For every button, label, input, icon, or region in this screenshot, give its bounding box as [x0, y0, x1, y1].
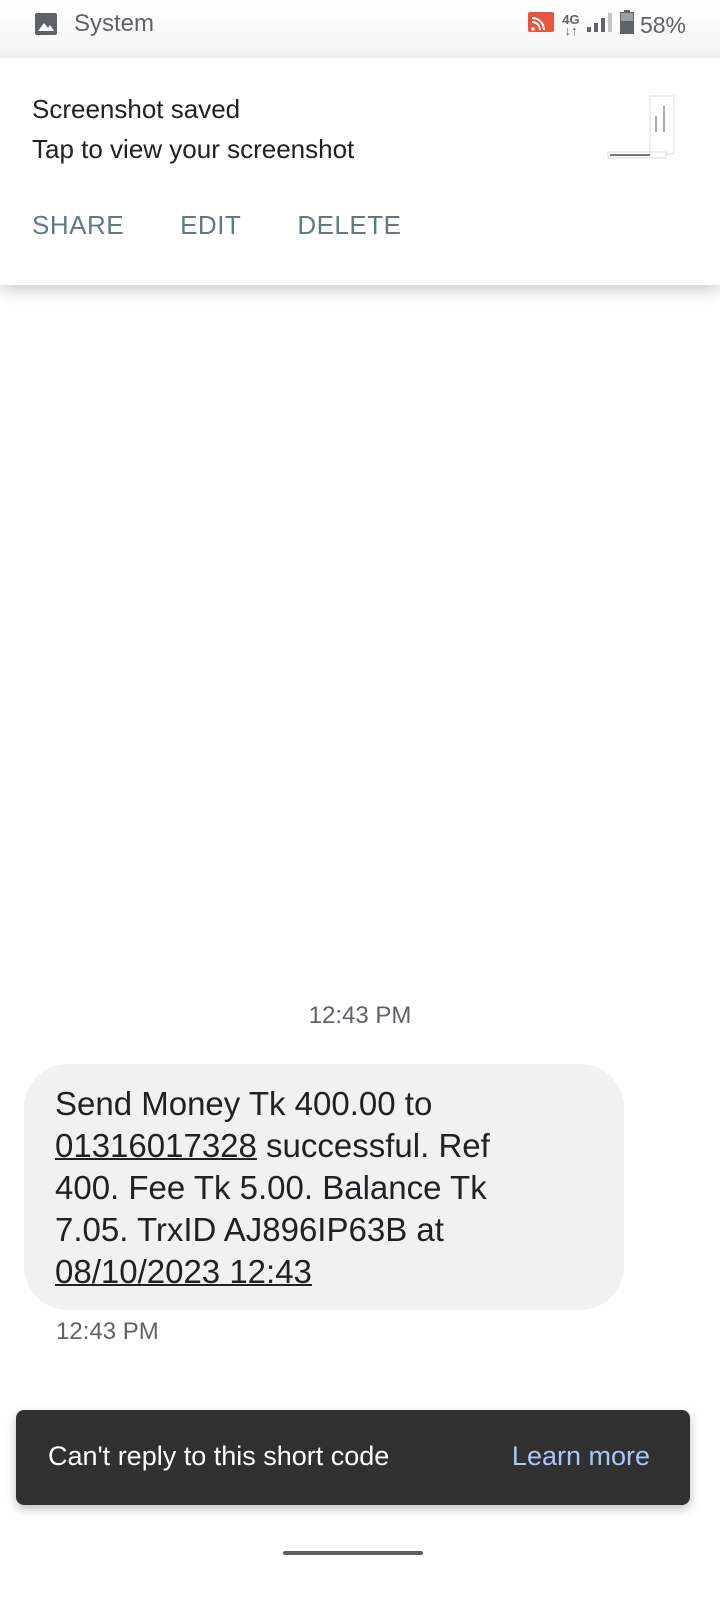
message-text: Send Money Tk 400.00 to 01316017328 succ…	[55, 1083, 595, 1293]
cast-icon	[526, 10, 556, 40]
battery-level: 58%	[639, 11, 686, 38]
notification-title: Screenshot saved	[32, 94, 241, 124]
screenshot-thumbnail[interactable]	[606, 94, 676, 164]
message-line: successful. Ref	[256, 1127, 490, 1164]
message-line: 400. Fee Tk 5.00. Balance Tk	[55, 1169, 487, 1206]
message-line: 7.05. TrxID AJ896IP63B at	[55, 1211, 444, 1248]
notification-body[interactable]: Tap to view your screenshot	[32, 134, 354, 165]
gesture-navigation-bar[interactable]	[283, 1551, 423, 1555]
message-timestamp: 12:43 PM	[56, 1318, 159, 1345]
status-app-label: System	[74, 10, 155, 37]
battery-icon	[619, 10, 634, 40]
notification-actions: SHARE EDIT DELETE	[32, 210, 457, 241]
network-type-icon: 4G ↓↑	[562, 13, 580, 38]
phone-number-link[interactable]: 01316017328	[55, 1127, 257, 1164]
share-button[interactable]: SHARE	[32, 210, 124, 241]
datetime-link[interactable]: 08/10/2023 12:43	[55, 1253, 312, 1290]
short-code-banner: Can't reply to this short code Learn mor…	[16, 1410, 690, 1505]
status-left: System	[34, 10, 154, 38]
network-activity-label: ↓↑	[564, 23, 578, 38]
screenshot-notification[interactable]: Screenshot saved Tap to view your screen…	[0, 58, 720, 285]
image-icon	[34, 12, 58, 36]
learn-more-button[interactable]: Learn more	[512, 1441, 650, 1472]
signal-icon	[586, 11, 614, 39]
message-line: Send Money Tk 400.00 to	[55, 1085, 433, 1122]
delete-button[interactable]: DELETE	[297, 210, 401, 241]
status-bar: System 4G ↓↑ 58%	[0, 0, 720, 58]
short-code-banner-text: Can't reply to this short code	[48, 1441, 390, 1471]
message-bubble[interactable]: Send Money Tk 400.00 to 01316017328 succ…	[24, 1064, 624, 1310]
edit-button[interactable]: EDIT	[180, 210, 241, 241]
conversation-timestamp: 12:43 PM	[308, 1002, 412, 1029]
status-right: 4G ↓↑ 58%	[526, 10, 686, 40]
